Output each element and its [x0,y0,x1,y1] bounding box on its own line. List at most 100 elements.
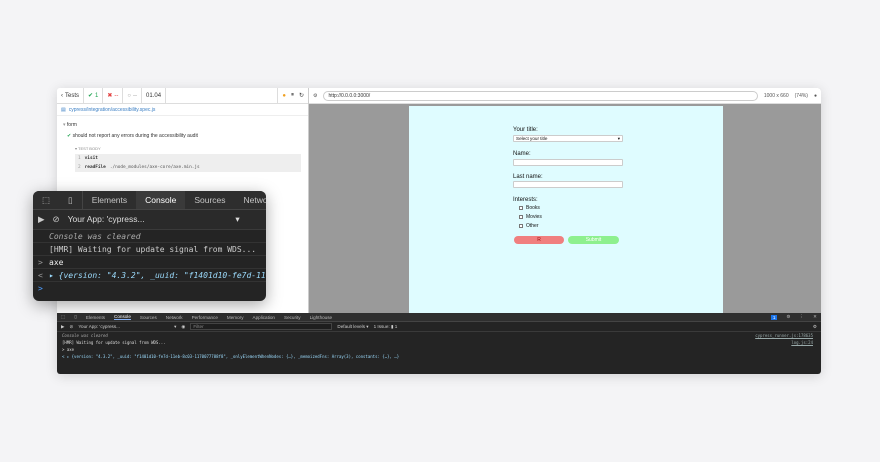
console-line: > axe [33,256,266,269]
devtools-tabs: ⬚ ▯ Elements Console Sources Networ [33,191,266,210]
console-text: axe [49,258,64,267]
chevron-down-icon: ▾ [617,135,620,141]
console-line: Console was cleared [33,230,266,243]
interest-books[interactable]: Books [519,205,540,211]
context-select[interactable]: Your App: 'cypress... ▾ [68,214,240,225]
failed-count: ✖ -- [103,88,124,103]
tab-performance[interactable]: Performance [192,315,218,320]
tests-button[interactable]: ‹ Tests [57,88,85,103]
lastname-label: Last name: [513,174,543,180]
test-title[interactable]: ✔ should not report any errors during th… [67,133,198,139]
tests-label: Tests [65,92,80,99]
gear-icon[interactable]: ⚙ [786,314,790,320]
context-text: Your App: 'cypress... [67,214,145,224]
console-line[interactable]: < ▸ {version: "4.3.2", _uuid: "f1401d10-f… [33,269,266,282]
url-text: http://0.0.0.0:3000/ [328,92,371,99]
interest-label: Other [526,223,539,229]
url-bar[interactable]: http://0.0.0.0:3000/ [323,90,758,101]
tab-sources[interactable]: Sources [140,315,157,320]
inspect-icon[interactable]: ⬚ [61,314,65,320]
tab-lighthouse[interactable]: Lighthouse [310,315,332,320]
issues-badge[interactable]: 1 [770,314,778,320]
source-link[interactable]: log.js:24 [791,339,813,346]
tab-console[interactable]: Console [136,191,186,209]
command-num: 2 [78,165,81,170]
reset-button[interactable]: R [514,236,564,244]
console-text: > axe [62,347,75,352]
title-label: Your title: [513,127,538,133]
interest-other[interactable]: Other [519,223,539,229]
filter-input[interactable]: Filter [190,323,333,330]
checkbox[interactable] [519,215,523,219]
issues-button[interactable]: 1 Issue: ▮ 1 [374,324,398,330]
tab-elements[interactable]: Elements [83,191,136,209]
console-line[interactable]: < ▸ {version: "4.3.2", _uuid: "f1401d10-… [57,353,821,360]
device-icon[interactable]: ▯ [59,191,83,209]
submit-button[interactable]: Submit [568,236,619,244]
spec-path[interactable]: ▤ cypress/integration/accessibility.spec.… [57,104,308,116]
console-prompt[interactable]: > [33,282,266,295]
tab-security[interactable]: Security [284,315,301,320]
pending-count: ○ -- [123,88,143,103]
clear-icon[interactable]: ⊘ [53,214,60,225]
context-select[interactable]: Your App: 'cypress... ▾ [78,324,176,330]
interest-label: Books [526,205,540,211]
console-toolbar: ▶ ⊘ Your App: 'cypress... ▾ [33,210,266,230]
console-text: [HMR] Waiting for update signal from WDS… [62,340,166,345]
command-row[interactable]: 1 visit [75,154,301,163]
tab-application[interactable]: Application [253,315,275,320]
console-text: [HMR] Waiting for update signal from WDS… [49,245,257,254]
name-input[interactable] [513,159,623,166]
console-line: [HMR] Waiting for update signal from WDS… [57,339,821,346]
checkbox[interactable] [519,224,523,228]
tab-elements[interactable]: Elements [86,315,105,320]
tab-memory[interactable]: Memory [227,315,244,320]
info-icon[interactable]: ● [814,93,817,99]
command-num: 1 [78,156,81,161]
inspect-icon[interactable]: ⬚ [33,191,59,209]
source-link[interactable]: cypress_runner.js:178635 [755,332,813,339]
sidebar-icon[interactable]: ▶ [61,324,65,330]
aut-header: ⚙ http://0.0.0.0:3000/ 1000 x 660 (74%) … [309,88,821,104]
devtools-docked: ⬚ ▯ Elements Console Sources Network Per… [57,313,821,374]
console-line: [HMR] Waiting for update signal from WDS… [33,243,266,256]
eye-icon[interactable]: ◉ [181,324,185,330]
circle-icon: ○ [127,92,132,99]
gear-icon[interactable]: ⚙ [813,324,817,330]
viewport-size: 1000 x 660 [763,92,789,99]
test-body-label: ▾ TEST BODY [75,146,101,151]
lastname-input[interactable] [513,181,623,188]
command-name: readFile [84,165,106,170]
command-arg: ./node_modules/axe-core/axe.min.js [109,165,200,170]
stop-icon[interactable]: ⏸ [291,92,294,99]
passed-count: ✔ 1 [84,88,104,103]
selector-playground-icon[interactable]: ⚙ [313,93,317,99]
tab-sources[interactable]: Sources [185,191,234,209]
levels-select[interactable]: Default levels ▾ [337,324,368,330]
device-icon[interactable]: ▯ [74,314,77,320]
clear-icon[interactable]: ⊘ [70,324,74,330]
caret-down-icon: ▾ [174,323,177,329]
tab-console[interactable]: Console [114,314,131,320]
passed-value: 1 [95,92,99,99]
chevron-left-icon: ‹ [61,92,63,99]
close-icon[interactable]: ✕ [813,314,817,320]
suite-title[interactable]: ▾ form [63,122,77,128]
tab-network[interactable]: Network [166,315,183,320]
tab-network[interactable]: Networ [235,191,266,209]
interest-movies[interactable]: Movies [519,214,542,220]
command-row[interactable]: 2 readFile ./node_modules/axe-core/axe.min… [75,163,301,172]
caret-down-icon: ▾ [235,214,240,224]
console-line: > axe [57,346,821,353]
file-icon: ▤ [61,106,66,113]
checkbox[interactable] [519,206,523,210]
title-select[interactable]: Select your title ▾ [513,135,623,142]
devtools-tabs: ⬚ ▯ Elements Console Sources Network Per… [57,313,821,322]
more-icon[interactable]: ⋮ [800,314,805,320]
sidebar-icon[interactable]: ▶ [38,214,45,225]
console-text: ▸ {version: "4.3.2", _uuid: "f1401d10-fe… [49,271,266,280]
command-name: visit [84,156,98,161]
command-log: 1 visit 2 readFile ./node_modules/axe-core/… [75,154,301,172]
reload-icon[interactable]: ↻ [299,92,304,99]
line-marker: < [38,271,43,280]
